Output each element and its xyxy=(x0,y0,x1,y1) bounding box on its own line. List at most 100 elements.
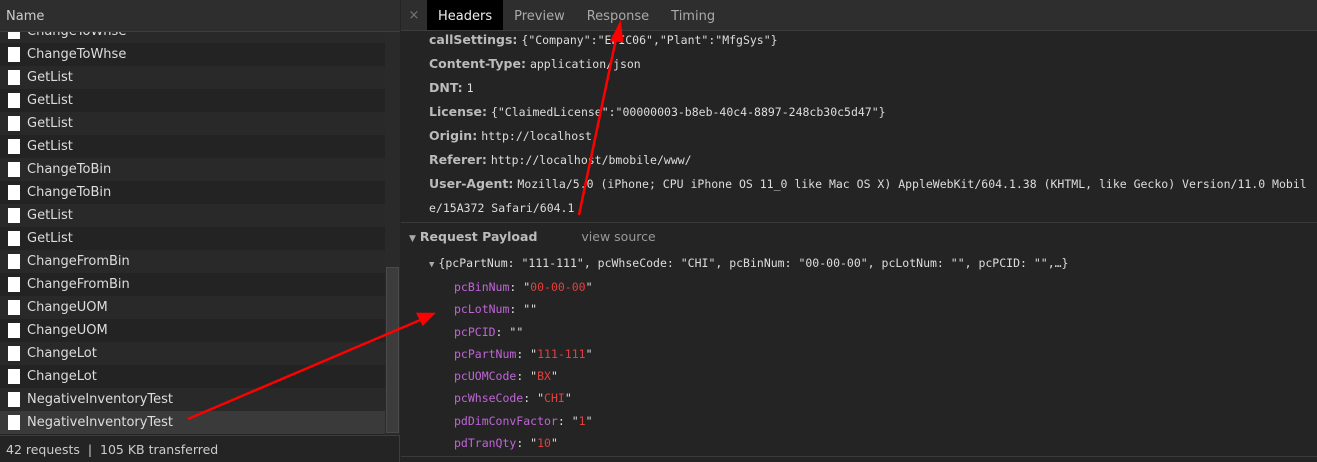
payload-property: pcPartNum: "111-111" xyxy=(454,346,593,361)
tab-response[interactable]: Response xyxy=(576,0,660,30)
file-icon xyxy=(8,231,20,246)
request-row[interactable]: GetList xyxy=(0,135,385,158)
request-name: GetList xyxy=(27,231,73,246)
header-row: DNT: 1 xyxy=(429,76,1309,100)
property-key: pcPartNum xyxy=(454,346,517,361)
request-row[interactable]: ChangeLot xyxy=(0,342,385,365)
request-name: ChangeToWhse xyxy=(27,32,126,39)
scrollbar[interactable] xyxy=(385,32,400,435)
header-value: Mozilla/5.0 (iPhone; CPU iPhone OS 11_0 … xyxy=(429,177,1307,215)
header-value: {"ClaimedLicense":"00000003-b8eb-40c4-88… xyxy=(490,105,886,119)
request-name: ChangeFromBin xyxy=(27,277,130,292)
file-icon xyxy=(8,415,20,430)
request-name: ChangeLot xyxy=(27,369,97,384)
request-row[interactable]: ChangeToBin xyxy=(0,181,385,204)
request-name: ChangeUOM xyxy=(27,323,108,338)
request-name: GetList xyxy=(27,70,73,85)
header-key: Referer: xyxy=(429,152,487,167)
property-value: 1 xyxy=(578,413,586,428)
request-row[interactable]: GetList xyxy=(0,204,385,227)
property-key: pcPCID xyxy=(454,324,496,339)
close-icon[interactable]: × xyxy=(401,0,427,30)
request-row[interactable]: ChangeLot xyxy=(0,365,385,388)
header-value: 1 xyxy=(466,81,474,95)
property-value: 111-111 xyxy=(537,346,586,361)
request-row[interactable]: NegativeInventoryTest xyxy=(0,388,385,411)
request-row[interactable]: ChangeFromBin xyxy=(0,273,385,296)
property-value: 10 xyxy=(537,436,551,451)
property-value: BX xyxy=(537,369,551,384)
header-row: License: {"ClaimedLicense":"00000003-b8e… xyxy=(429,100,1309,124)
request-row[interactable]: ChangeToBin xyxy=(0,158,385,181)
file-icon xyxy=(8,323,20,338)
divider xyxy=(401,456,1317,457)
header-row: User-Agent: Mozilla/5.0 (iPhone; CPU iPh… xyxy=(429,172,1309,220)
file-icon xyxy=(8,392,20,407)
header-row: callSettings: {"Company":"EPIC06","Plant… xyxy=(429,28,1309,52)
header-value: http://localhost/bmobile/www/ xyxy=(490,153,692,167)
request-name: ChangeToBin xyxy=(27,185,112,200)
payload-property: pcBinNum: "00-00-00" xyxy=(454,280,593,294)
file-icon xyxy=(8,277,20,292)
request-name: GetList xyxy=(27,93,73,108)
request-name: NegativeInventoryTest xyxy=(27,392,174,407)
network-request-list-panel: Name ChangeToWhse ChangeToWhse GetList GetL… xyxy=(0,0,400,462)
request-row[interactable]: GetList xyxy=(0,227,385,250)
payload-property: pcUOMCode: "BX" xyxy=(454,369,558,384)
name-column-header[interactable]: Name xyxy=(0,0,400,32)
request-payload-header[interactable]: ▼ Request Payload view source xyxy=(401,222,1317,250)
request-row[interactable]: ChangeUOM xyxy=(0,319,385,342)
file-icon xyxy=(8,70,20,85)
payload-summary[interactable]: ▼ {pcPartNum: "111-111", pcWhseCode: "CHI… xyxy=(429,256,1068,270)
scrollbar-thumb[interactable] xyxy=(386,267,399,433)
payload-property: pcWhseCode: "CHI" xyxy=(454,391,572,406)
collapse-triangle-icon[interactable]: ▼ xyxy=(409,234,416,244)
header-key: License: xyxy=(429,104,487,119)
request-row[interactable]: GetList xyxy=(0,112,385,135)
header-value: application/json xyxy=(529,57,641,71)
file-icon xyxy=(8,346,20,361)
tab-timing[interactable]: Timing xyxy=(660,0,726,30)
request-name: GetList xyxy=(27,208,73,223)
request-name: ChangeToWhse xyxy=(27,47,127,62)
file-icon xyxy=(8,139,20,154)
request-name: ChangeToBin xyxy=(27,162,112,177)
file-icon xyxy=(8,32,20,39)
file-icon xyxy=(8,185,20,200)
request-name: NegativeInventoryTest xyxy=(27,415,174,430)
payload-property: pcPCID: "" xyxy=(454,324,524,339)
request-name: ChangeFromBin xyxy=(27,254,130,269)
file-icon xyxy=(8,116,20,131)
file-icon xyxy=(8,369,20,384)
property-key: pcLotNum xyxy=(454,302,510,317)
request-name: ChangeLot xyxy=(27,346,97,361)
request-row[interactable]: ChangeFromBin xyxy=(0,250,385,273)
request-row[interactable]: GetList xyxy=(0,66,385,89)
request-detail-panel: × Headers Preview Response Timing callSe… xyxy=(401,0,1317,462)
payload-property: pdTranQty: "10" xyxy=(454,436,558,451)
request-row[interactable]: ChangeToWhse xyxy=(0,43,385,66)
request-row[interactable]: GetList xyxy=(0,89,385,112)
header-value: {"Company":"EPIC06","Plant":"MfgSys"} xyxy=(521,33,778,47)
tab-headers[interactable]: Headers xyxy=(427,0,504,30)
request-payload-title: Request Payload xyxy=(419,229,538,244)
payload-property: pcLotNum: "" xyxy=(454,302,538,317)
payload-properties: pcBinNum: "00-00-00" pcLotNum: "" pcPCID: … xyxy=(454,276,593,454)
header-key: DNT: xyxy=(429,80,463,95)
request-row[interactable]: ChangeUOM xyxy=(0,296,385,319)
tab-preview[interactable]: Preview xyxy=(503,0,576,30)
header-key: User-Agent: xyxy=(429,176,514,191)
payload-property: pdDimConvFactor: "1" xyxy=(454,413,593,428)
property-value: 00-00-00 xyxy=(530,280,586,294)
request-row[interactable]: ChangeToWhse xyxy=(0,32,385,43)
property-key: pcBinNum xyxy=(454,280,510,294)
header-row: Content-Type: application/json xyxy=(429,52,1309,76)
header-row: Origin: http://localhost xyxy=(429,124,1309,148)
file-icon xyxy=(8,47,20,62)
property-key: pcWhseCode xyxy=(454,391,524,406)
request-row[interactable]: NegativeInventoryTest xyxy=(0,411,385,434)
view-source-link[interactable]: view source xyxy=(581,229,655,244)
expand-triangle-icon[interactable]: ▼ xyxy=(429,260,434,270)
request-list: ChangeToWhse ChangeToWhse GetList GetList Ge… xyxy=(0,32,385,435)
file-icon xyxy=(8,300,20,315)
